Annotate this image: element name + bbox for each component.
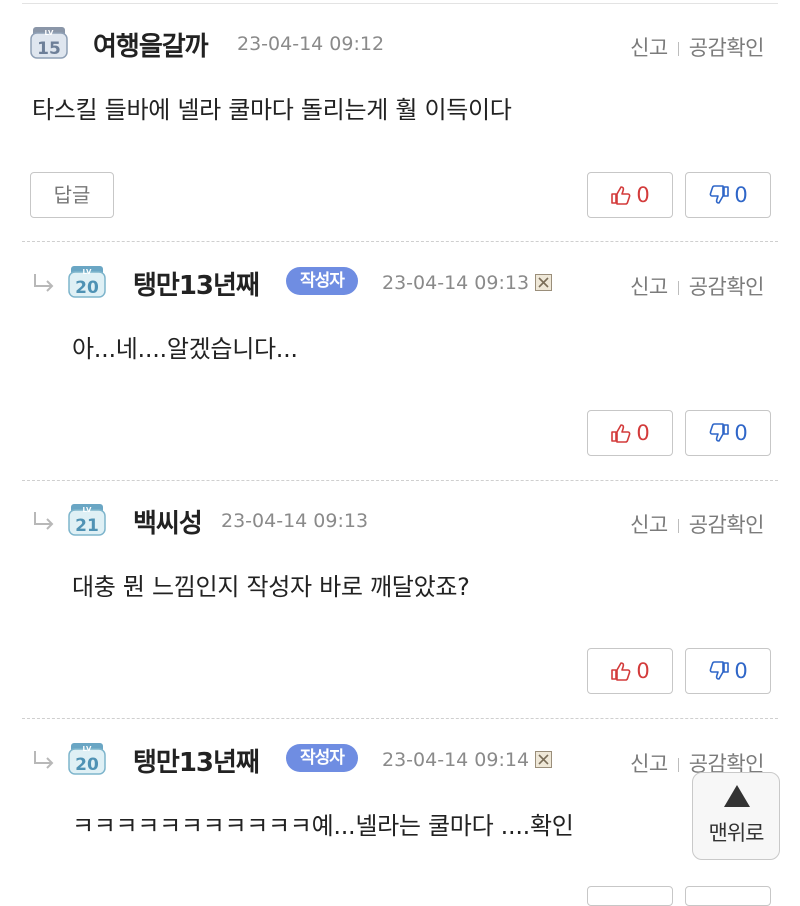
comment-date: 23-04-14 09:13 — [382, 272, 530, 294]
nickname[interactable]: 탱만13년째 — [133, 265, 260, 302]
comment-actions: 신고 공감확인 — [630, 32, 764, 62]
separator — [677, 758, 679, 772]
thumb-down-icon — [709, 185, 730, 204]
report-link[interactable]: 신고 — [630, 752, 668, 776]
scroll-top-label: 맨위로 — [708, 821, 765, 845]
svg-text:LV: LV — [83, 268, 92, 276]
delete-x-icon[interactable] — [535, 751, 552, 768]
report-link[interactable]: 신고 — [630, 513, 668, 537]
comment-text: 타스킬 들바에 넬라 쿨마다 돌리는게 훨 이득이다 — [32, 96, 512, 124]
comment-actions: 신고 공감확인 — [630, 509, 764, 539]
thumb-up-icon — [611, 186, 631, 205]
svg-text:LV: LV — [45, 29, 54, 37]
comment-actions: 신고 공감확인 — [630, 271, 764, 301]
empathy-link[interactable]: 공감확인 — [689, 275, 765, 299]
level-badge-icon: LV 15 — [30, 27, 68, 59]
thumb-up-icon — [611, 662, 631, 681]
up-triangle-icon — [724, 785, 750, 807]
author-badge: 작성자 — [286, 744, 358, 772]
upvote-button[interactable] — [587, 886, 673, 906]
svg-text:20: 20 — [75, 278, 99, 298]
reply-arrow-icon — [34, 751, 54, 769]
comment-divider — [22, 480, 778, 481]
comment-header: LV 20 탱만13년째 작성자 23-04-14 09:13 신고 공감확인 — [0, 263, 800, 303]
comment-text: ㅋㅋㅋㅋㅋㅋㅋㅋㅋㅋㅋ예...넬라는 쿨마다 ....확인 — [72, 812, 574, 840]
delete-x-icon[interactable] — [535, 274, 552, 291]
downvote-button[interactable] — [685, 886, 771, 906]
comment-date: 23-04-14 09:14 — [382, 749, 530, 771]
empathy-link[interactable]: 공감확인 — [689, 36, 765, 60]
top-divider — [22, 3, 778, 4]
svg-text:LV: LV — [83, 506, 92, 514]
separator — [677, 42, 679, 56]
reply-button[interactable]: 답글 — [30, 172, 114, 218]
downvote-button[interactable]: 0 — [685, 648, 771, 694]
level-badge-icon: LV 20 — [68, 743, 106, 775]
nickname[interactable]: 백씨성 — [133, 503, 203, 540]
upvote-button[interactable]: 0 — [587, 648, 673, 694]
upvote-button[interactable]: 0 — [587, 410, 673, 456]
comment-date: 23-04-14 09:13 — [221, 510, 369, 532]
level-badge-icon: LV 21 — [68, 504, 106, 536]
author-badge: 작성자 — [286, 267, 358, 295]
separator — [677, 281, 679, 295]
downvote-count: 0 — [734, 659, 748, 683]
reply-arrow-icon — [34, 274, 54, 292]
thumb-down-icon — [709, 423, 730, 442]
downvote-count: 0 — [734, 421, 748, 445]
comment-header: LV 15 여행을갈까 23-04-14 09:12 신고 공감확인 — [0, 24, 800, 64]
downvote-count: 0 — [734, 183, 748, 207]
svg-text:LV: LV — [83, 745, 92, 753]
svg-text:20: 20 — [75, 755, 99, 775]
svg-text:15: 15 — [37, 39, 61, 59]
upvote-button[interactable]: 0 — [587, 172, 673, 218]
nickname[interactable]: 여행을갈까 — [93, 26, 209, 63]
comment-divider — [22, 718, 778, 719]
report-link[interactable]: 신고 — [630, 275, 668, 299]
report-link[interactable]: 신고 — [630, 36, 668, 60]
downvote-button[interactable]: 0 — [685, 172, 771, 218]
thumb-down-icon — [709, 661, 730, 680]
upvote-count: 0 — [636, 659, 650, 683]
svg-text:21: 21 — [75, 516, 99, 536]
thumb-up-icon — [611, 424, 631, 443]
separator — [677, 519, 679, 533]
reply-arrow-icon — [34, 512, 54, 530]
downvote-button[interactable]: 0 — [685, 410, 771, 456]
comment-divider — [22, 241, 778, 242]
nickname[interactable]: 탱만13년째 — [133, 742, 260, 779]
comment-text: 대충 뭔 느낌인지 작성자 바로 깨달았죠? — [72, 573, 470, 601]
comment-text: 아...네....알겠습니다... — [72, 335, 298, 363]
upvote-count: 0 — [636, 421, 650, 445]
scroll-top-button[interactable]: 맨위로 — [692, 772, 780, 860]
comment-date: 23-04-14 09:12 — [237, 33, 385, 55]
empathy-link[interactable]: 공감확인 — [689, 513, 765, 537]
level-badge-icon: LV 20 — [68, 266, 106, 298]
upvote-count: 0 — [636, 183, 650, 207]
comment-header: LV 20 탱만13년째 작성자 23-04-14 09:14 신고 공감확인 — [0, 740, 800, 780]
comment-header: LV 21 백씨성 23-04-14 09:13 신고 공감확인 — [0, 501, 800, 541]
